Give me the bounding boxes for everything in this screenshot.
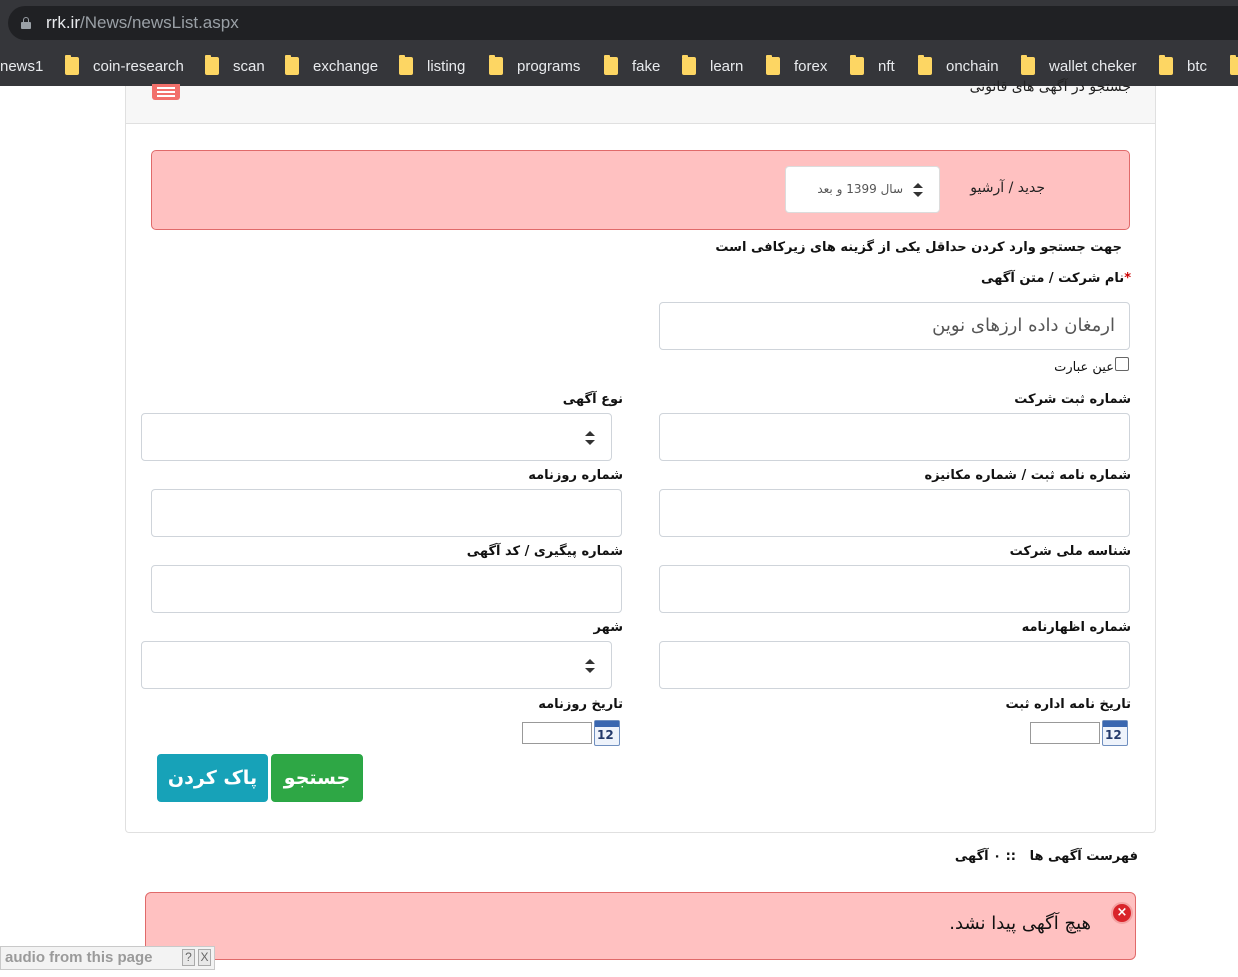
search-hint: جهت جستجو وارد کردن حداقل یکی از گزینه ه…	[715, 240, 1122, 255]
clear-button[interactable]: پاک کردن	[157, 754, 268, 802]
tracking-code-label: شماره پیگیری / کد آگهی	[466, 544, 623, 559]
archive-box: جدید / آرشیو سال 1399 و بعد	[151, 150, 1130, 230]
folder-icon	[682, 55, 696, 75]
bookmark-listing[interactable]: listing	[399, 55, 465, 77]
newspaper-number-input[interactable]	[151, 489, 622, 537]
name-label-text: نام شرکت / متن آگهی	[981, 271, 1125, 286]
results-title: فهرست آگهی ها	[1029, 849, 1138, 864]
audio-bar: audio from this page ? X	[0, 946, 215, 970]
folder-icon	[285, 55, 299, 75]
bookmark-onchain[interactable]: onchain	[918, 55, 999, 77]
bookmark-label: news1	[0, 57, 44, 75]
address-url[interactable]: rrk.ir/News/newsList.aspx	[46, 13, 239, 33]
bookmark-fake[interactable]: fake	[604, 55, 660, 77]
letter-number-input[interactable]	[659, 489, 1130, 537]
name-input[interactable]: ارمغان داده ارزهای نوین	[659, 302, 1130, 350]
bookmark-label: listing	[427, 57, 466, 75]
bookmark-label: onchain	[946, 57, 999, 75]
panel-header: جستجو در آگهی های قانونی	[126, 79, 1155, 124]
audio-bar-text[interactable]: audio from this page	[5, 949, 153, 966]
national-id-label: شناسه ملی شرکت	[1009, 544, 1131, 559]
archive-select[interactable]: سال 1399 و بعد	[785, 166, 940, 213]
select-arrows-icon	[585, 431, 595, 445]
bookmark-programs[interactable]: programs	[489, 55, 580, 77]
company-reg-number-label: شماره ثبت شرکت	[1014, 392, 1131, 407]
bookmark-nft[interactable]: nft	[850, 55, 895, 77]
browser-toolbar: rrk.ir/News/newsList.aspx	[0, 0, 1238, 46]
bookmark-label: wallet cheker	[1049, 57, 1137, 75]
declaration-number-label: شماره اظهارنامه	[1021, 620, 1131, 635]
bookmark-learn[interactable]: learn	[682, 55, 743, 77]
required-mark: *	[1124, 271, 1131, 286]
no-results-alert: هیچ آگهی پیدا نشد. ×	[145, 892, 1136, 960]
bookmark-wallet-cheker[interactable]: wallet cheker	[1021, 55, 1137, 77]
bookmark-overflow[interactable]	[1230, 55, 1238, 77]
bookmark-coin-research[interactable]: coin-research	[65, 55, 184, 77]
folder-icon	[1021, 55, 1035, 75]
city-label: شهر	[593, 620, 623, 635]
name-label: *نام شرکت / متن آگهی	[981, 271, 1131, 286]
folder-icon	[399, 55, 413, 75]
audio-help-button[interactable]: ?	[182, 949, 195, 966]
no-results-message: هیچ آگهی پیدا نشد.	[949, 913, 1091, 934]
folder-icon	[604, 55, 618, 75]
error-close-icon[interactable]: ×	[1111, 902, 1133, 924]
calendar-number: 12	[597, 728, 614, 742]
panel-title: جستجو در آگهی های قانونی	[969, 79, 1131, 95]
newspaper-date-input[interactable]	[522, 722, 592, 744]
bookmark-btc[interactable]: btc	[1159, 55, 1207, 77]
select-arrows-icon	[585, 659, 595, 673]
bookmark-exchange[interactable]: exchange	[285, 55, 378, 77]
ad-type-select[interactable]	[141, 413, 612, 461]
company-reg-number-input[interactable]	[659, 413, 1130, 461]
folder-icon	[1230, 55, 1238, 75]
archive-label: جدید / آرشیو	[970, 180, 1045, 196]
newspaper-number-label: شماره روزنامه	[528, 468, 623, 483]
folder-icon	[205, 55, 219, 75]
results-count: :: ۰ آگهی	[954, 849, 1016, 864]
calendar-icon[interactable]: 12	[1102, 720, 1128, 746]
archive-select-value: سال 1399 و بعد	[817, 182, 903, 196]
bookmark-forex[interactable]: forex	[766, 55, 827, 77]
folder-icon	[489, 55, 503, 75]
declaration-number-input[interactable]	[659, 641, 1130, 689]
exact-phrase-label: عین عبارت	[1054, 360, 1114, 375]
ad-type-label: نوع آگهی	[562, 392, 623, 407]
exact-phrase-checkbox[interactable]	[1115, 357, 1129, 371]
bookmark-label: fake	[632, 57, 661, 75]
bookmark-label: btc	[1187, 57, 1208, 75]
name-input-value: ارمغان داده ارزهای نوین	[932, 315, 1115, 336]
audio-close-button[interactable]: X	[198, 949, 211, 966]
bookmark-label: coin-research	[93, 57, 184, 75]
bookmark-label: scan	[233, 57, 265, 75]
tracking-code-input[interactable]	[151, 565, 622, 613]
folder-icon	[850, 55, 864, 75]
calendar-icon[interactable]: 12	[594, 720, 620, 746]
calendar-number: 12	[1105, 728, 1122, 742]
letter-date-input[interactable]	[1030, 722, 1100, 744]
city-select[interactable]	[141, 641, 612, 689]
list-icon	[152, 84, 180, 100]
url-host: rrk.ir	[46, 13, 80, 32]
search-button[interactable]: جستجو	[271, 754, 363, 802]
national-id-input[interactable]	[659, 565, 1130, 613]
bookmark-scan[interactable]: scan	[205, 55, 265, 77]
bookmark-label: programs	[517, 57, 581, 75]
bookmark-label: learn	[710, 57, 744, 75]
url-path: /News/newsList.aspx	[79, 13, 239, 32]
results-header: فهرست آگهی ها :: ۰ آگهی	[955, 849, 1138, 864]
letter-number-label: شماره نامه ثبت / شماره مکانیزه	[924, 468, 1131, 483]
folder-icon	[766, 55, 780, 75]
bookmark-news1[interactable]: news1	[0, 55, 43, 77]
folder-icon	[65, 55, 79, 75]
select-arrows-icon	[913, 183, 923, 197]
folder-icon	[1159, 55, 1173, 75]
letter-date-label: تاریخ نامه اداره ثبت	[1005, 697, 1131, 712]
newspaper-date-label: تاریخ روزنامه	[538, 697, 623, 712]
bookmark-label: exchange	[313, 57, 379, 75]
folder-icon	[918, 55, 932, 75]
lock-icon[interactable]	[21, 17, 31, 29]
bookmark-label: nft	[878, 57, 895, 75]
bookmark-label: forex	[794, 57, 828, 75]
